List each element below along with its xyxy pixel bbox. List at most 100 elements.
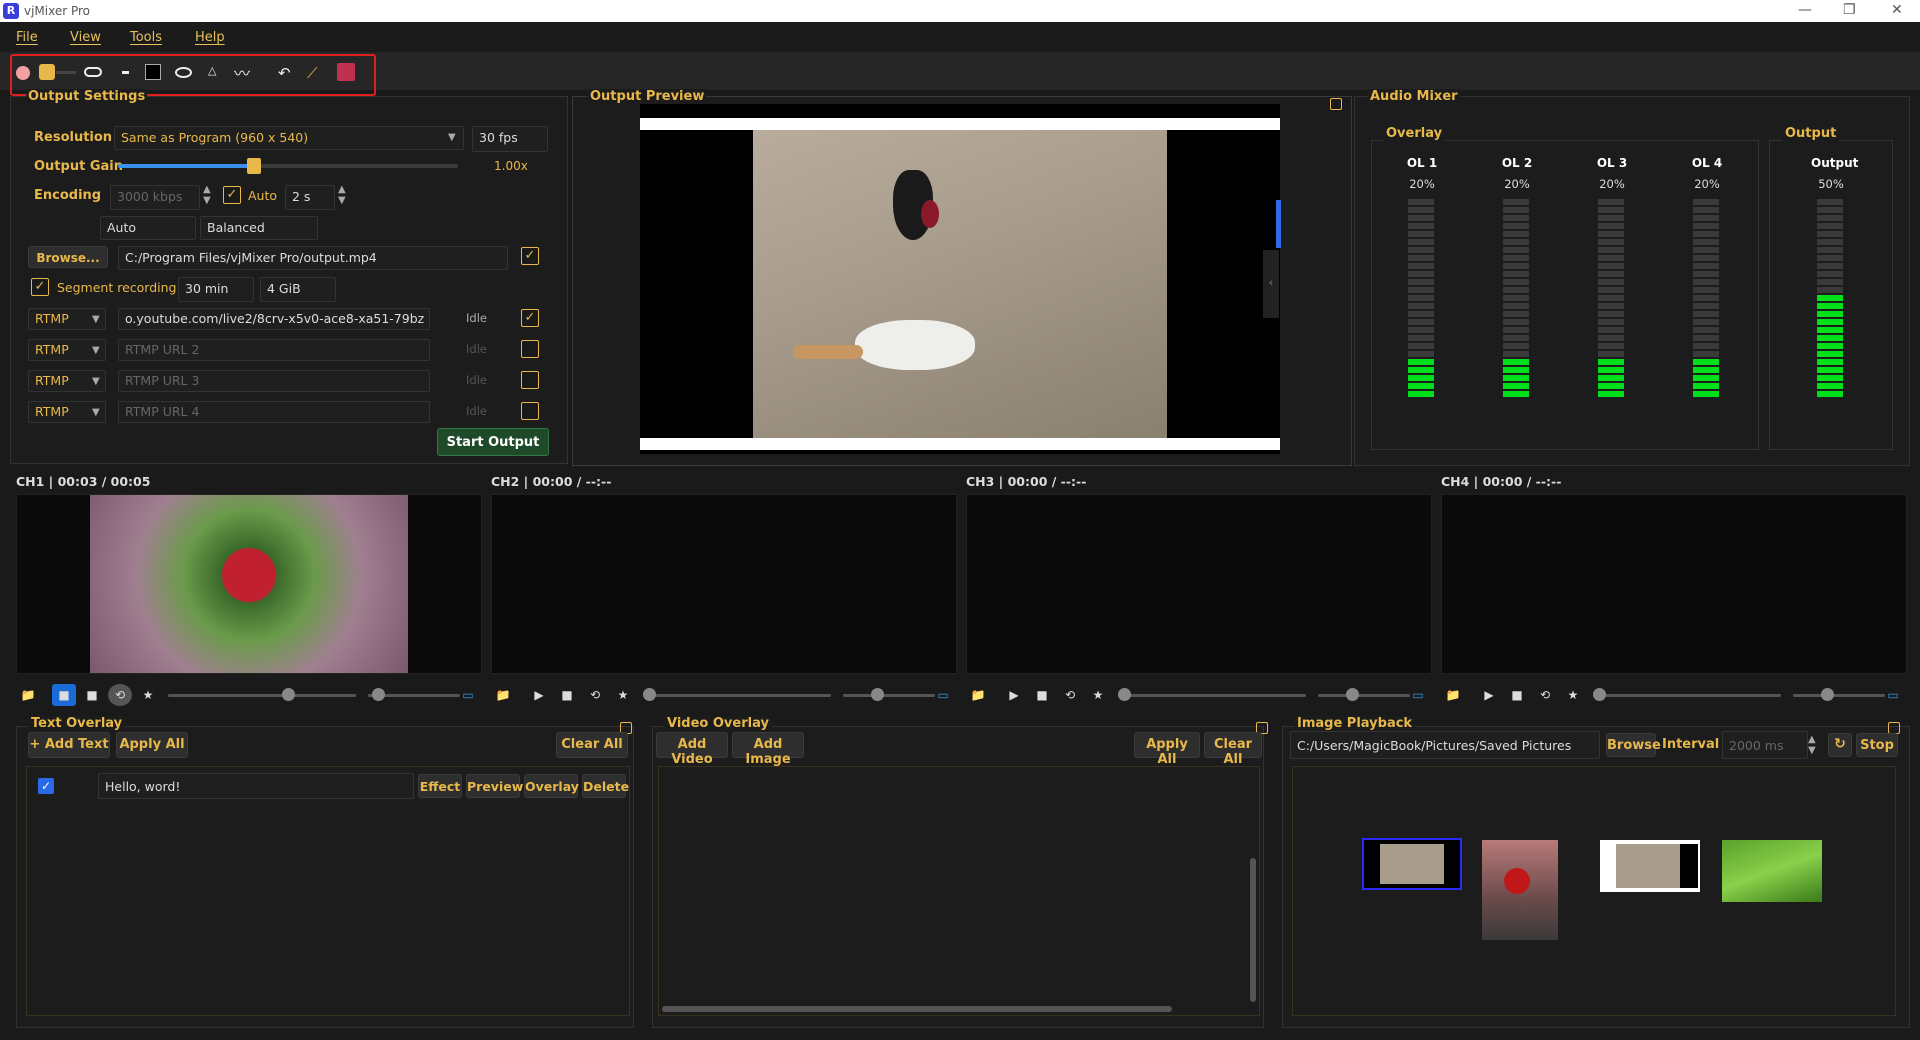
delete-button[interactable]: Delete (582, 774, 629, 798)
loop-icon[interactable]: ⟲ (108, 684, 132, 706)
image-thumb[interactable] (1482, 840, 1558, 940)
seek-handle[interactable] (643, 688, 656, 701)
restore-icon[interactable]: ❐ (1843, 2, 1856, 18)
stop-icon[interactable]: ■ (555, 684, 579, 706)
seek-handle[interactable] (282, 688, 295, 701)
bitrate-field[interactable]: 3000 kbps (110, 185, 200, 210)
apply-all-button[interactable]: Apply All (116, 732, 188, 758)
volume-handle[interactable] (871, 688, 884, 701)
open-folder-icon[interactable]: 📁 (966, 684, 990, 706)
seek-track[interactable] (1593, 694, 1781, 697)
volume-track[interactable] (1318, 694, 1410, 697)
menu-tools[interactable]: Tools (130, 30, 162, 45)
stop-icon[interactable]: ■ (80, 684, 104, 706)
browse-button[interactable]: Browse (1606, 733, 1661, 757)
output-path-field[interactable]: C:/Program Files/vjMixer Pro/output.mp4 (118, 246, 508, 270)
open-folder-icon[interactable]: 📁 (16, 684, 40, 706)
menu-file[interactable]: File (16, 30, 38, 45)
favorite-icon[interactable]: ★ (1561, 684, 1585, 706)
refresh-icon[interactable]: ↻ (1828, 733, 1852, 757)
loop-icon[interactable]: ⟲ (583, 684, 607, 706)
collapse-arrow-icon[interactable]: ‹ (1263, 250, 1279, 318)
volume-handle[interactable] (1821, 688, 1834, 701)
send-to-output-icon[interactable]: ▭ (456, 684, 480, 706)
minimize-icon[interactable]: — (1798, 2, 1812, 18)
text-item-field[interactable]: Hello, word! (98, 773, 414, 799)
seek-track[interactable] (643, 694, 831, 697)
play-icon[interactable]: ▶ (1002, 684, 1026, 706)
image-folder-field[interactable]: C:/Users/MagicBook/Pictures/Saved Pictur… (1290, 731, 1600, 759)
rtmp-url-field[interactable]: RTMP URL 3 (118, 370, 430, 392)
add-text-button[interactable]: + Add Text (28, 732, 110, 758)
popout-icon[interactable] (1330, 98, 1342, 110)
stop-button[interactable]: Stop (1856, 733, 1898, 757)
seek-track[interactable] (1118, 694, 1306, 697)
play-icon[interactable]: ▶ (1477, 684, 1501, 706)
resolution-select[interactable]: Same as Program (960 x 540) (114, 126, 464, 150)
rtmp-enable-checkbox[interactable]: ✓ (521, 309, 539, 327)
send-to-output-icon[interactable]: ▭ (1881, 684, 1905, 706)
play-icon[interactable]: ■ (52, 684, 76, 706)
open-folder-icon[interactable]: 📁 (491, 684, 515, 706)
rtmp-enable-checkbox[interactable] (521, 371, 539, 389)
volume-handle[interactable] (372, 688, 385, 701)
gain-slider-track[interactable] (118, 164, 458, 168)
menu-view[interactable]: View (70, 30, 101, 45)
fps-field[interactable]: 30 fps (472, 126, 548, 152)
seek-handle[interactable] (1118, 688, 1131, 701)
rtmp-enable-checkbox[interactable] (521, 340, 539, 358)
volume-track[interactable] (843, 694, 935, 697)
segment-checkbox[interactable]: ✓ (31, 278, 49, 296)
keyframe-field[interactable]: 2 s (285, 185, 335, 210)
start-output-button[interactable]: Start Output (437, 428, 549, 456)
add-video-button[interactable]: Add Video (656, 732, 728, 767)
interval-stepper-icon[interactable]: ▲ ▼ (1808, 734, 1816, 756)
add-image-button[interactable]: Add Image (732, 732, 804, 767)
image-thumb[interactable] (1362, 838, 1462, 890)
gain-slider-handle[interactable] (247, 158, 261, 174)
record-enable-checkbox[interactable]: ✓ (521, 247, 539, 265)
segment-size-field[interactable]: 4 GiB (260, 277, 336, 302)
rtmp-url-field[interactable]: RTMP URL 2 (118, 339, 430, 361)
image-thumb[interactable] (1600, 840, 1700, 892)
clear-all-button[interactable]: Clear All (1204, 732, 1262, 767)
send-to-output-icon[interactable]: ▭ (931, 684, 955, 706)
close-icon[interactable]: ✕ (1891, 2, 1903, 18)
stop-icon[interactable]: ■ (1505, 684, 1529, 706)
bitrate-stepper-icon[interactable]: ▲ ▼ (203, 184, 211, 206)
segment-time-field[interactable]: 30 min (178, 277, 254, 302)
gain-slider-fill (118, 164, 254, 168)
favorite-icon[interactable]: ★ (1086, 684, 1110, 706)
favorite-icon[interactable]: ★ (611, 684, 635, 706)
image-thumb[interactable] (1722, 840, 1822, 902)
effect-button[interactable]: Effect (418, 774, 462, 798)
stop-icon[interactable]: ■ (1030, 684, 1054, 706)
clear-all-button[interactable]: Clear All (556, 732, 628, 758)
preview-button[interactable]: Preview (466, 774, 523, 798)
rtmp-url-field[interactable]: RTMP URL 4 (118, 401, 430, 423)
volume-handle[interactable] (1346, 688, 1359, 701)
preset-select[interactable]: Balanced (200, 216, 318, 240)
apply-all-button[interactable]: Apply All (1134, 732, 1200, 767)
menu-help[interactable]: Help (195, 30, 225, 45)
interval-field[interactable]: 2000 ms (1722, 731, 1808, 759)
play-icon[interactable]: ▶ (527, 684, 551, 706)
text-item-checkbox[interactable]: ✓ (38, 778, 54, 794)
vertical-scrollbar[interactable] (1250, 858, 1256, 1002)
open-folder-icon[interactable]: 📁 (1441, 684, 1465, 706)
rtmp-url-field[interactable]: o.youtube.com/live2/8crv-x5v0-ace8-xa51-… (118, 308, 430, 330)
rtmp-enable-checkbox[interactable] (521, 402, 539, 420)
browse-button[interactable]: Browse... (28, 246, 108, 268)
overlay-button[interactable]: Overlay (524, 774, 579, 798)
seek-handle[interactable] (1593, 688, 1606, 701)
volume-track[interactable] (1793, 694, 1885, 697)
send-to-output-icon[interactable]: ▭ (1406, 684, 1430, 706)
loop-icon[interactable]: ⟲ (1533, 684, 1557, 706)
auto-checkbox[interactable]: ✓ (223, 186, 241, 204)
seek-track[interactable] (168, 694, 356, 697)
horizontal-scrollbar[interactable] (662, 1006, 1172, 1012)
keyframe-stepper-icon[interactable]: ▲ ▼ (338, 184, 346, 206)
profile-select[interactable]: Auto (100, 216, 196, 240)
loop-icon[interactable]: ⟲ (1058, 684, 1082, 706)
favorite-icon[interactable]: ★ (136, 684, 160, 706)
